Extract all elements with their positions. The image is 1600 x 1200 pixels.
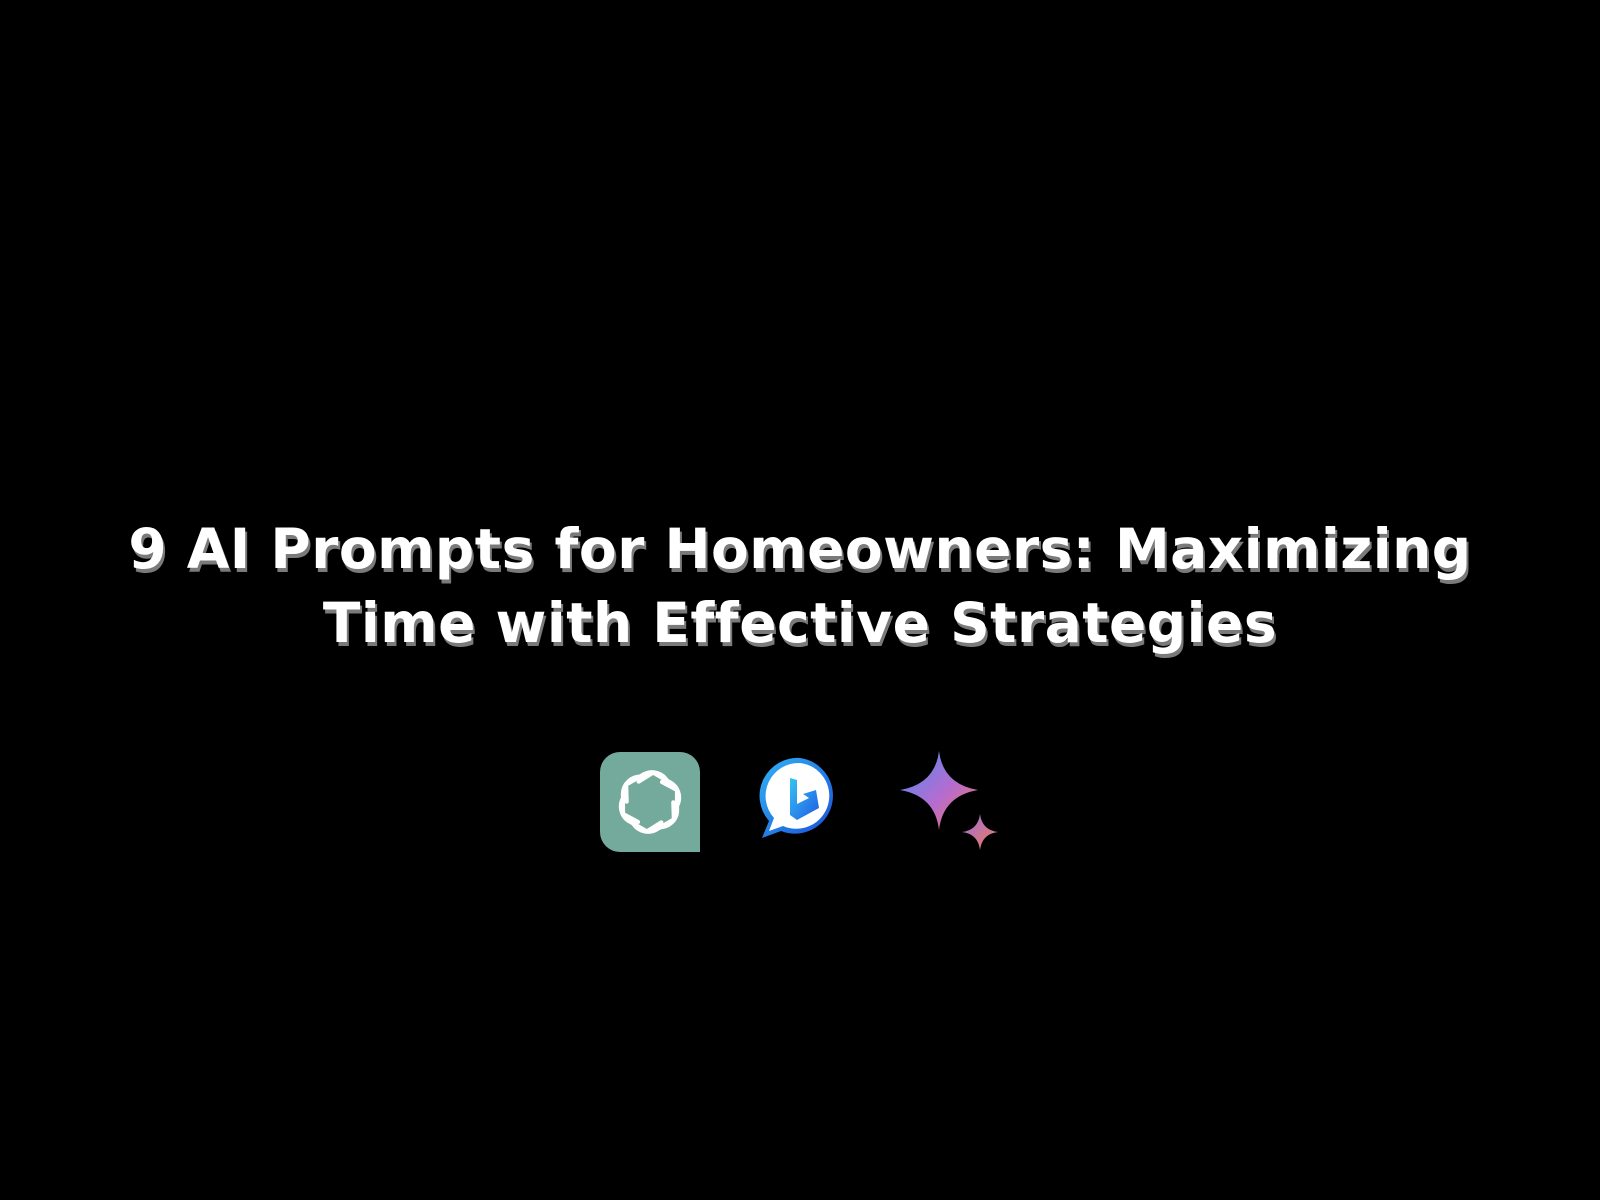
page-title: 9 AI Prompts for Homeowners: Maximizing … — [0, 512, 1600, 660]
title-line-2: Time with Effective Strategies — [322, 591, 1278, 655]
cover-canvas: 9 AI Prompts for Homeowners: Maximizing … — [0, 0, 1600, 1200]
chatgpt-logo-icon — [600, 752, 700, 852]
bing-chat-logo-icon — [759, 757, 833, 838]
title-line-1: 9 AI Prompts for Homeowners: Maximizing — [128, 517, 1472, 581]
gemini-sparkle-logo-icon — [900, 751, 998, 850]
